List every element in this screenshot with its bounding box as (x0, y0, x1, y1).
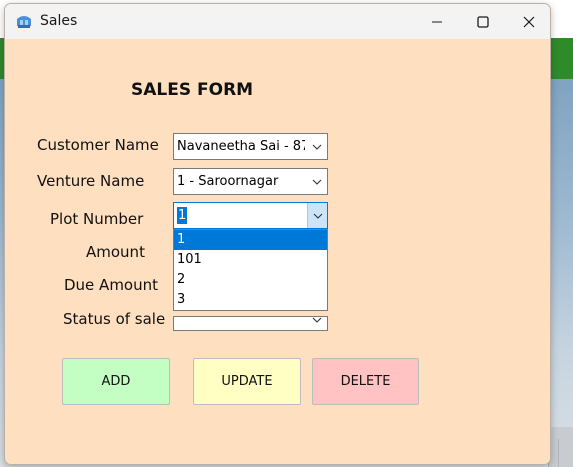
status-of-sale-label: Status of sale (63, 310, 166, 328)
dropdown-option[interactable]: 101 (174, 250, 327, 270)
update-button[interactable]: UPDATE (193, 358, 301, 405)
venture-name-value: 1 - Saroornagar (177, 174, 279, 189)
plot-number-value: 1 (177, 207, 188, 224)
customer-name-combo[interactable]: Navaneetha Sai - 87 (173, 133, 328, 160)
status-of-sale-combo[interactable] (173, 316, 328, 331)
title-bar[interactable]: Sales (5, 4, 550, 39)
plot-number-combo[interactable]: 1 (173, 202, 328, 229)
plot-number-dropdown[interactable]: 1 101 2 3 (173, 229, 328, 311)
form-title: SALES FORM (131, 80, 254, 100)
minimize-button[interactable] (414, 4, 460, 39)
due-amount-label: Due Amount (64, 276, 158, 294)
app-icon (17, 16, 31, 28)
sales-window: Sales SALES FORM Customer Name Navaneeth… (4, 3, 551, 465)
chevron-down-icon[interactable] (307, 203, 327, 228)
venture-name-combo[interactable]: 1 - Saroornagar (173, 168, 328, 195)
chevron-down-icon[interactable] (307, 134, 327, 159)
maximize-icon (477, 15, 489, 28)
add-button[interactable]: ADD (62, 358, 170, 405)
window-title: Sales (40, 13, 78, 29)
chevron-down-icon[interactable] (307, 317, 327, 330)
amount-label: Amount (86, 243, 145, 261)
venture-name-label: Venture Name (37, 172, 145, 190)
dropdown-option[interactable]: 3 (174, 290, 327, 310)
status-of-sale-value (177, 317, 305, 342)
minimize-icon (432, 21, 442, 22)
close-icon (523, 16, 535, 27)
dropdown-option[interactable]: 2 (174, 270, 327, 290)
plot-number-value-wrap: 1 (177, 203, 305, 228)
dropdown-option[interactable]: 1 (174, 230, 327, 250)
chevron-down-icon[interactable] (307, 169, 327, 194)
plot-number-label: Plot Number (50, 210, 144, 228)
customer-name-value: Navaneetha Sai - 87 (177, 139, 305, 154)
close-button[interactable] (506, 4, 550, 39)
background-building (558, 439, 573, 467)
delete-button[interactable]: DELETE (312, 358, 419, 405)
customer-name-label: Customer Name (37, 136, 159, 154)
maximize-button[interactable] (460, 4, 506, 39)
